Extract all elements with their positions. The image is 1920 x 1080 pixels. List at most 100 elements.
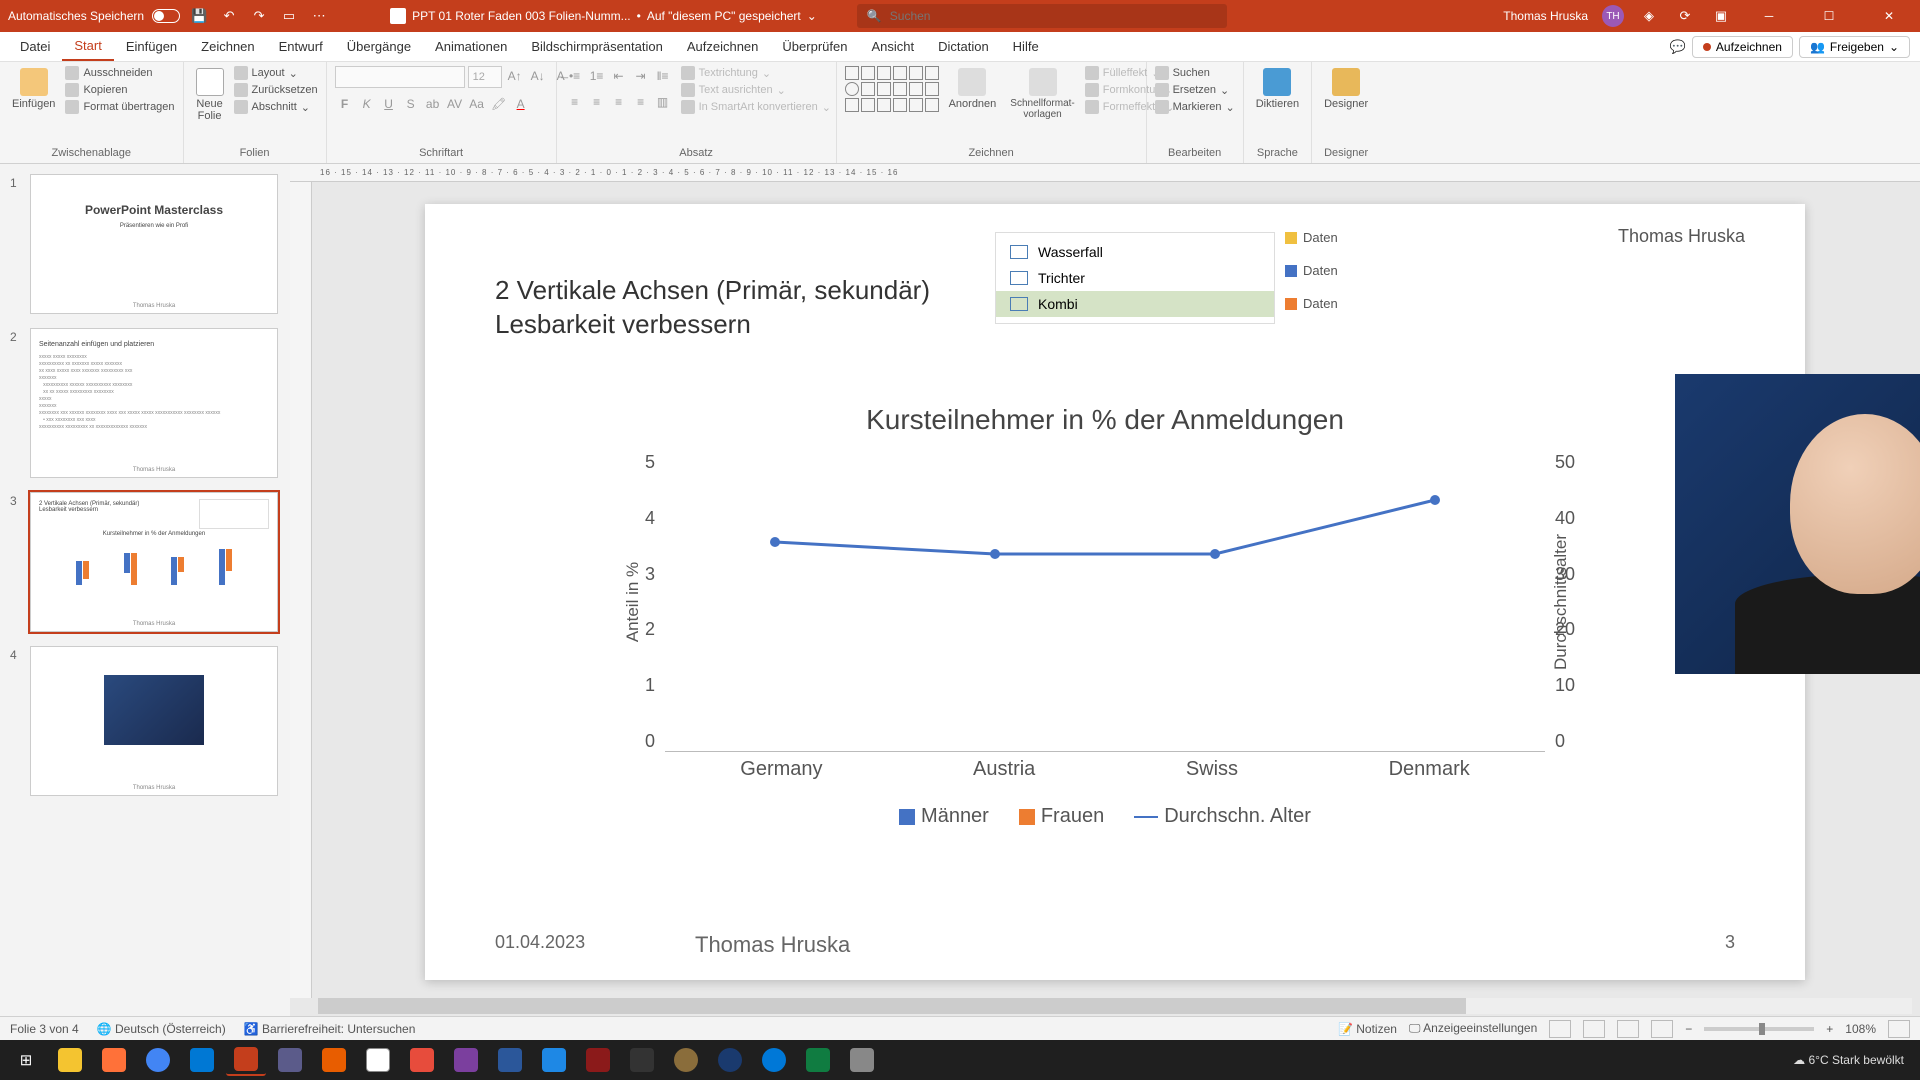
diamond-icon[interactable]: ◈	[1638, 5, 1660, 27]
thumbnail-1[interactable]: PowerPoint Masterclass Präsentieren wie …	[30, 174, 278, 314]
vertical-ruler[interactable]	[290, 182, 312, 998]
taskbar-app[interactable]	[314, 1044, 354, 1076]
font-color-button[interactable]: A	[511, 94, 531, 114]
thumbnail-2[interactable]: Seitenanzahl einfügen und platzieren xxx…	[30, 328, 278, 478]
sync-icon[interactable]: ⟳	[1674, 5, 1696, 27]
autosave-toggle[interactable]	[152, 9, 180, 23]
case-button[interactable]: Aa	[467, 94, 487, 114]
start-button[interactable]: ⊞	[6, 1044, 46, 1076]
shape-icon[interactable]	[845, 66, 859, 80]
system-tray[interactable]: ☁ 6°C Stark bewölkt	[1793, 1053, 1914, 1067]
tab-start[interactable]: Start	[62, 32, 113, 61]
taskbar-app[interactable]	[226, 1044, 266, 1076]
menu-item-selected[interactable]: Kombi	[996, 291, 1274, 317]
numbering-button[interactable]: 1≡	[587, 66, 607, 86]
slide-title[interactable]: 2 Vertikale Achsen (Primär, sekundär) Le…	[495, 274, 930, 342]
shrink-font-icon[interactable]: A↓	[528, 66, 548, 86]
taskbar-app[interactable]	[754, 1044, 794, 1076]
comments-icon[interactable]: 💬	[1670, 39, 1686, 55]
tab-einfuegen[interactable]: Einfügen	[114, 32, 189, 61]
shape-icon[interactable]	[877, 66, 891, 80]
paste-button[interactable]: Einfügen	[8, 66, 59, 112]
taskbar-app[interactable]	[578, 1044, 618, 1076]
taskbar-app[interactable]	[666, 1044, 706, 1076]
tab-aufzeichnen[interactable]: Aufzeichnen	[675, 32, 771, 61]
shape-icon[interactable]	[877, 98, 891, 112]
taskbar-app[interactable]	[446, 1044, 486, 1076]
shape-icon[interactable]	[909, 66, 923, 80]
tab-uebergaenge[interactable]: Übergänge	[335, 32, 423, 61]
tab-hilfe[interactable]: Hilfe	[1001, 32, 1051, 61]
section-button[interactable]: Abschnitt ⌄	[234, 100, 318, 114]
maximize-button[interactable]: ☐	[1806, 0, 1852, 32]
undo-icon[interactable]: ↶	[218, 5, 240, 27]
shape-icon[interactable]	[909, 98, 923, 112]
spacing-button[interactable]: AV	[445, 94, 465, 114]
new-slide-button[interactable]: Neue Folie	[192, 66, 228, 124]
shape-icon[interactable]	[925, 66, 939, 80]
reset-button[interactable]: Zurücksetzen	[234, 83, 318, 97]
dictate-button[interactable]: Diktieren	[1252, 66, 1303, 112]
taskbar-app[interactable]	[402, 1044, 442, 1076]
weather-widget[interactable]: ☁ 6°C Stark bewölkt	[1793, 1053, 1904, 1067]
slide-counter[interactable]: Folie 3 von 4	[10, 1022, 79, 1036]
window-icon[interactable]: ▣	[1710, 5, 1732, 27]
tab-zeichnen[interactable]: Zeichnen	[189, 32, 266, 61]
taskbar-app[interactable]	[358, 1044, 398, 1076]
slideshow-view-button[interactable]	[1651, 1020, 1673, 1038]
align-text-button[interactable]: Text ausrichten ⌄	[681, 83, 831, 97]
more-icon[interactable]: ⋯	[308, 5, 330, 27]
taskbar-app[interactable]	[534, 1044, 574, 1076]
user-avatar[interactable]: TH	[1602, 5, 1624, 27]
shape-icon[interactable]	[893, 66, 907, 80]
columns-button[interactable]: ▥	[653, 92, 673, 112]
accessibility-button[interactable]: ♿ Barrierefreiheit: Untersuchen	[244, 1022, 416, 1036]
sorter-view-button[interactable]	[1583, 1020, 1605, 1038]
shadow-button[interactable]: ab	[423, 94, 443, 114]
shape-icon[interactable]	[925, 82, 939, 96]
shape-icon[interactable]	[861, 66, 875, 80]
strike-button[interactable]: S	[401, 94, 421, 114]
tab-datei[interactable]: Datei	[8, 32, 62, 61]
layout-button[interactable]: Layout ⌄	[234, 66, 318, 80]
menu-item[interactable]: Wasserfall	[996, 239, 1274, 265]
align-justify-button[interactable]: ≡	[631, 92, 651, 112]
save-location[interactable]: Auf "diesem PC" gespeichert	[647, 9, 801, 23]
text-direction-button[interactable]: Textrichtung ⌄	[681, 66, 831, 80]
fit-button[interactable]	[1888, 1020, 1910, 1038]
shape-icon[interactable]	[861, 82, 875, 96]
language-indicator[interactable]: 🌐 Deutsch (Österreich)	[97, 1022, 226, 1036]
save-icon[interactable]: 💾	[188, 5, 210, 27]
underline-button[interactable]: U	[379, 94, 399, 114]
taskbar-app[interactable]	[270, 1044, 310, 1076]
zoom-value[interactable]: 108%	[1845, 1022, 1876, 1036]
display-settings-button[interactable]: 🖵 Anzeigeeinstellungen	[1409, 1021, 1537, 1036]
cut-button[interactable]: Ausschneiden	[65, 66, 174, 80]
thumbnail-4[interactable]: Thomas Hruska	[30, 646, 278, 796]
line-spacing-button[interactable]: ‖≡	[653, 66, 673, 86]
align-center-button[interactable]: ≡	[587, 92, 607, 112]
shape-icon[interactable]	[909, 82, 923, 96]
indent-inc-button[interactable]: ⇥	[631, 66, 651, 86]
copy-button[interactable]: Kopieren	[65, 83, 174, 97]
tab-entwurf[interactable]: Entwurf	[267, 32, 335, 61]
thumbnail-3[interactable]: 2 Vertikale Achsen (Primär, sekundär)Les…	[30, 492, 278, 632]
slideshow-icon[interactable]: ▭	[278, 5, 300, 27]
record-button[interactable]: Aufzeichnen	[1692, 36, 1793, 58]
thumbnails-pane[interactable]: 1 PowerPoint Masterclass Präsentieren wi…	[0, 164, 290, 1016]
shape-icon[interactable]	[877, 82, 891, 96]
reading-view-button[interactable]	[1617, 1020, 1639, 1038]
taskbar-app[interactable]	[94, 1044, 134, 1076]
font-size-input[interactable]	[468, 66, 502, 88]
bold-button[interactable]: F	[335, 94, 355, 114]
chevron-down-icon[interactable]: ⌄	[807, 9, 817, 23]
taskbar-app[interactable]	[622, 1044, 662, 1076]
notes-button[interactable]: 📝 Notizen	[1338, 1022, 1397, 1036]
close-button[interactable]: ✕	[1866, 0, 1912, 32]
shapes-gallery[interactable]	[845, 66, 939, 112]
smartart-button[interactable]: In SmartArt konvertieren ⌄	[681, 100, 831, 114]
select-button[interactable]: Markieren ⌄	[1155, 100, 1235, 114]
format-painter-button[interactable]: Format übertragen	[65, 100, 174, 114]
tab-ueberpruefen[interactable]: Überprüfen	[770, 32, 859, 61]
tab-animationen[interactable]: Animationen	[423, 32, 519, 61]
